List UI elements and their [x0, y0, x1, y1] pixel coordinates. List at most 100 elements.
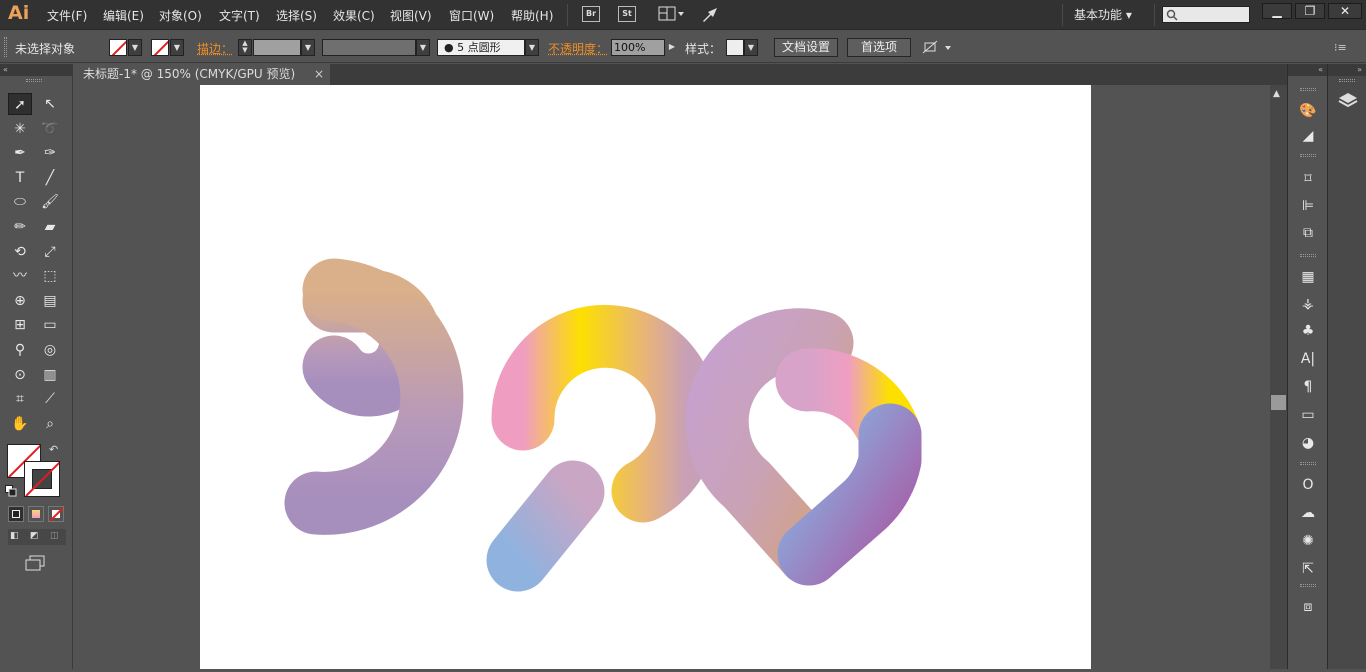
brush-definition[interactable]: ● 5 点圆形	[437, 39, 525, 56]
mesh-icon[interactable]: ⊞	[8, 314, 32, 336]
transparency-icon[interactable]: ◕	[1296, 432, 1320, 454]
scroll-up-icon[interactable]: ▲	[1273, 89, 1280, 99]
style-swatch[interactable]	[726, 39, 744, 56]
stroke-swatch[interactable]	[151, 39, 169, 56]
artboard-icon[interactable]: ⌗	[8, 388, 32, 410]
stroke-weight-dropdown[interactable]: ▼	[301, 39, 315, 56]
artboard[interactable]	[200, 85, 1091, 669]
menu-window[interactable]: 窗口(W)	[449, 7, 494, 24]
warp-icon[interactable]: 〰	[8, 265, 32, 287]
opentype-icon[interactable]: O	[1296, 474, 1320, 496]
pathfinder-icon[interactable]: ⧉	[1296, 222, 1320, 244]
none-mode-icon[interactable]	[48, 506, 64, 522]
layers-icon[interactable]	[1336, 89, 1360, 111]
bridge-button[interactable]: Br	[582, 6, 600, 22]
gpu-performance-icon[interactable]	[700, 5, 720, 25]
graph-icon[interactable]: ▥	[38, 364, 62, 386]
workspace-switcher[interactable]: 基本功能 ▾	[1074, 6, 1132, 23]
document-setup-button[interactable]: 文档设置	[774, 38, 838, 57]
ellipse-icon[interactable]: ⬭	[8, 191, 32, 213]
selection-tool-icon[interactable]: ➚	[8, 93, 32, 115]
perspective-icon[interactable]: ▤	[38, 290, 62, 312]
export-icon[interactable]: ⇱	[1296, 558, 1320, 580]
draw-normal-icon[interactable]: ◧	[10, 531, 26, 543]
restore-button[interactable]: ❐	[1295, 3, 1325, 19]
minimize-button[interactable]: ▁	[1262, 3, 1292, 19]
menu-help[interactable]: 帮助(H)	[511, 7, 553, 24]
tools-panel-collapse[interactable]: «	[0, 64, 73, 76]
style-dropdown[interactable]: ▼	[744, 39, 758, 56]
stroke-weight-input[interactable]	[253, 39, 301, 56]
line-icon[interactable]: ╱	[38, 167, 62, 189]
pencil-icon[interactable]: ✏	[8, 216, 32, 238]
opacity-input[interactable]: 100%	[611, 39, 665, 56]
slice-icon[interactable]: ⟋	[38, 388, 62, 410]
color-mode-icon[interactable]	[8, 506, 24, 522]
arrange-documents-icon[interactable]	[658, 6, 686, 22]
menu-type[interactable]: 文字(T)	[219, 7, 260, 24]
align-options-icon[interactable]	[922, 40, 954, 56]
artboards-panel-icon[interactable]: ⧈	[1296, 596, 1320, 618]
close-button[interactable]: ✕	[1328, 3, 1362, 19]
menu-select[interactable]: 选择(S)	[276, 7, 317, 24]
color-guide-icon[interactable]: ◢	[1296, 125, 1320, 147]
stroke-color-icon[interactable]	[24, 461, 60, 497]
scrollbar-thumb[interactable]	[1271, 395, 1286, 410]
eraser-icon[interactable]: ▰	[38, 216, 62, 238]
profile-dropdown[interactable]: ▼	[416, 39, 430, 56]
swatches-icon[interactable]: ▦	[1296, 266, 1320, 288]
brushes-icon[interactable]: ⚶	[1296, 293, 1320, 315]
character-icon[interactable]: A|	[1296, 348, 1320, 370]
default-colors-icon[interactable]	[5, 485, 17, 497]
menu-view[interactable]: 视图(V)	[390, 7, 432, 24]
eyedropper-icon[interactable]: ⚲	[8, 339, 32, 361]
dock-expand[interactable]: »	[1328, 64, 1366, 76]
appearance-icon[interactable]: ✺	[1296, 530, 1320, 552]
color-panel-icon[interactable]: 🎨	[1296, 100, 1320, 122]
panel-menu-icon[interactable]: ⁝≡	[1334, 41, 1347, 54]
stock-button[interactable]: St	[618, 6, 636, 22]
variable-width-profile[interactable]	[322, 39, 416, 56]
stroke-weight-stepper[interactable]: ▲ ▼	[238, 39, 252, 56]
cc-libraries-icon[interactable]: ☁	[1296, 502, 1320, 524]
menu-file[interactable]: 文件(F)	[47, 7, 87, 24]
gradient-mode-icon[interactable]	[28, 506, 44, 522]
stroke-dropdown[interactable]: ▼	[170, 39, 184, 56]
close-tab-icon[interactable]: ×	[314, 64, 324, 85]
paragraph-icon[interactable]: ¶	[1296, 376, 1320, 398]
screen-mode-icon[interactable]	[24, 554, 48, 572]
preferences-button[interactable]: 首选项	[847, 38, 911, 57]
free-transform-icon[interactable]: ⬚	[38, 265, 62, 287]
zoom-icon[interactable]: ⌕	[38, 413, 62, 435]
menu-effect[interactable]: 效果(C)	[333, 7, 375, 24]
stroke-label[interactable]: 描边：	[197, 40, 233, 57]
scale-icon[interactable]: ⤢	[38, 241, 62, 263]
opacity-arrow[interactable]: ▶	[665, 39, 679, 56]
magic-wand-icon[interactable]: ✳	[8, 118, 32, 140]
opacity-label[interactable]: 不透明度：	[548, 40, 608, 57]
pen-icon[interactable]: ✒	[8, 142, 32, 164]
blend-icon[interactable]: ◎	[38, 339, 62, 361]
menu-edit[interactable]: 编辑(E)	[103, 7, 144, 24]
lasso-icon[interactable]: ➰	[38, 118, 62, 140]
symbols-icon[interactable]: ♣	[1296, 320, 1320, 342]
fill-dropdown[interactable]: ▼	[128, 39, 142, 56]
type-icon[interactable]: T	[8, 167, 32, 189]
paintbrush-icon[interactable]: 🖌	[38, 191, 62, 213]
gradient-panel-icon[interactable]: ▭	[1296, 404, 1320, 426]
draw-behind-icon[interactable]: ◩	[30, 531, 46, 543]
dock-collapse[interactable]: «	[1288, 64, 1327, 76]
curvature-icon[interactable]: ✑	[38, 142, 62, 164]
swap-fill-stroke-icon[interactable]: ↶	[49, 443, 58, 456]
artwork-520[interactable]	[200, 85, 1091, 669]
symbol-sprayer-icon[interactable]: ⊙	[8, 364, 32, 386]
brush-dropdown[interactable]: ▼	[525, 39, 539, 56]
menu-object[interactable]: 对象(O)	[159, 7, 202, 24]
direct-selection-tool-icon[interactable]: ↖	[38, 93, 62, 115]
transform-icon[interactable]: ⌑	[1296, 168, 1320, 190]
vertical-scrollbar[interactable]: ▲	[1270, 85, 1287, 669]
align-icon[interactable]: ⊫	[1296, 195, 1320, 217]
hand-icon[interactable]: ✋	[8, 413, 32, 435]
document-tab[interactable]: 未标题-1* @ 150% (CMYK/GPU 预览) ×	[74, 64, 330, 85]
shape-builder-icon[interactable]: ⊕	[8, 290, 32, 312]
